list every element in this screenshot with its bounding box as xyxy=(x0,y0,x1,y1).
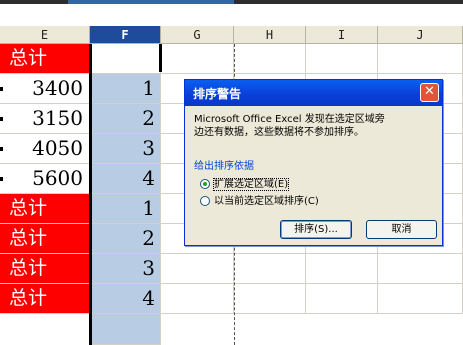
cell-e[interactable]: 总计 xyxy=(0,284,90,314)
empty-cell[interactable] xyxy=(161,254,234,284)
cell-f[interactable] xyxy=(90,44,161,74)
empty-cell[interactable] xyxy=(378,284,463,314)
cell-f[interactable]: 3 xyxy=(90,134,161,164)
cell-f[interactable]: 3 xyxy=(90,254,161,284)
column-header-e[interactable]: E xyxy=(0,26,90,44)
cell-e[interactable]: 总计 xyxy=(0,194,90,224)
cell-f[interactable] xyxy=(90,314,161,345)
column-header-f[interactable]: F xyxy=(90,26,161,44)
radio-unselected-icon xyxy=(200,196,210,206)
row-fragment-mark xyxy=(0,147,3,151)
row-fragment-mark xyxy=(0,117,3,121)
sort-warning-dialog: 排序警告 ✕ Microsoft Office Excel 发现在选定区域旁 边… xyxy=(184,79,443,246)
cell-e[interactable]: 总计 xyxy=(0,254,90,284)
expand-selection-radio[interactable]: 扩展选定区域(E) xyxy=(200,175,290,191)
cell-f[interactable]: 2 xyxy=(90,224,161,254)
cell-e[interactable]: 3400 xyxy=(0,74,90,104)
dialog-title-bar[interactable]: 排序警告 ✕ xyxy=(185,80,442,106)
cell-e[interactable]: 4050 xyxy=(0,134,90,164)
row-fragment-mark xyxy=(0,87,3,91)
column-header-j[interactable]: J xyxy=(378,26,463,44)
current-selection-radio[interactable]: 以当前选定区域排序(C) xyxy=(200,192,319,207)
cell-f[interactable]: 2 xyxy=(90,104,161,134)
selection-border-left xyxy=(89,44,92,345)
column-header-h[interactable]: H xyxy=(234,26,306,44)
message-line-2: 边还有数据，这些数据将不参加排序。 xyxy=(194,127,364,138)
close-icon[interactable]: ✕ xyxy=(420,83,439,102)
empty-cell[interactable] xyxy=(306,254,378,284)
cell-e[interactable]: 3150 xyxy=(0,104,90,134)
cell-f[interactable]: 1 xyxy=(90,74,161,104)
dialog-title: 排序警告 xyxy=(193,87,242,101)
toolbar-band xyxy=(0,4,463,27)
cell-e[interactable]: 总计 xyxy=(0,224,90,254)
selection-border-right xyxy=(159,44,162,72)
radio-selected-icon xyxy=(200,179,210,189)
column-header-g[interactable]: G xyxy=(161,26,234,44)
empty-cell[interactable] xyxy=(161,44,234,74)
empty-cell[interactable] xyxy=(234,284,306,314)
cancel-button[interactable]: 取消 xyxy=(366,220,437,239)
empty-cell[interactable] xyxy=(161,284,234,314)
cell-f[interactable]: 4 xyxy=(90,284,161,314)
sort-basis-group-label: 给出排序依据 xyxy=(194,161,254,172)
row-fragment-mark xyxy=(0,177,3,181)
expand-selection-label: 扩展选定区域(E) xyxy=(212,178,290,191)
cell-f[interactable]: 1 xyxy=(90,194,161,224)
sort-button[interactable]: 排序(S)... xyxy=(280,220,352,239)
column-header-i[interactable]: I xyxy=(306,26,378,44)
current-selection-label: 以当前选定区域排序(C) xyxy=(214,196,319,207)
empty-cell[interactable] xyxy=(234,254,306,284)
empty-cell[interactable] xyxy=(306,284,378,314)
empty-cell[interactable] xyxy=(306,44,378,74)
message-line-1: Microsoft Office Excel 发现在选定区域旁 xyxy=(194,114,385,125)
empty-cell[interactable] xyxy=(234,44,306,74)
cell-f[interactable]: 4 xyxy=(90,164,161,194)
empty-cell[interactable] xyxy=(378,254,463,284)
cell-e[interactable]: 总计 xyxy=(0,44,90,74)
cell-e[interactable]: 5600 xyxy=(0,164,90,194)
dialog-message: Microsoft Office Excel 发现在选定区域旁 边还有数据，这些… xyxy=(194,113,438,139)
empty-cell[interactable] xyxy=(378,44,463,74)
